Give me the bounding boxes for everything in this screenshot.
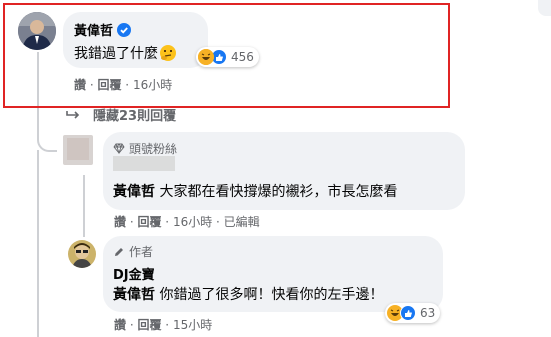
like-link[interactable]: 讚 xyxy=(114,318,126,332)
reply-link[interactable]: 回覆 xyxy=(137,215,161,229)
thread-line-2 xyxy=(37,150,39,337)
hidden-replies-toggle[interactable]: 隱藏23則回覆 xyxy=(65,105,176,124)
reply-author[interactable]: DJ金寶 xyxy=(113,264,155,283)
reply-actions: 讚 · 回覆 · 16小時 · 已編輯 xyxy=(114,215,260,229)
thread-curve xyxy=(37,120,57,152)
avatar-blurred[interactable] xyxy=(63,135,93,165)
edge-fragment xyxy=(538,0,551,16)
timestamp[interactable]: 16小時 xyxy=(173,215,212,229)
reply-actions: 讚 · 回覆 · 15小時 xyxy=(114,318,213,332)
author-pencil-icon xyxy=(115,247,123,256)
reply-line xyxy=(83,175,85,237)
reply-link[interactable]: 回覆 xyxy=(137,318,161,332)
top-fan-diamond-icon xyxy=(113,143,125,154)
mention-tag[interactable]: 黃偉哲 xyxy=(113,287,155,303)
like-reaction-icon xyxy=(400,305,416,321)
author-badge: 作者 xyxy=(129,245,154,259)
timestamp[interactable]: 15小時 xyxy=(173,318,212,332)
edited-label[interactable]: 已編輯 xyxy=(224,215,260,229)
mention-tag[interactable]: 黃偉哲 xyxy=(113,184,155,200)
reply-arrow-icon xyxy=(66,110,80,119)
blurred-author-name[interactable] xyxy=(113,156,175,171)
like-link[interactable]: 讚 xyxy=(114,215,126,229)
reply-text: 你錯過了很多啊！快看你的左手邊！ xyxy=(155,287,384,303)
reply-text: 大家都在看快撐爆的襯衫，市長怎麼看 xyxy=(155,184,398,200)
author-avatar[interactable] xyxy=(68,240,96,268)
reply-bubble: 作者 DJ金寶 黃偉哲 你錯過了很多啊！快看你的左手邊！ xyxy=(103,236,443,312)
top-fan-badge: 頭號粉絲 xyxy=(129,142,178,156)
reaction-summary[interactable]: 63 xyxy=(385,303,441,323)
reply-bubble: 頭號粉絲 黃偉哲 大家都在看快撐爆的襯衫，市長怎麼看 xyxy=(103,132,465,210)
reaction-count: 63 xyxy=(420,306,436,320)
hidden-replies-label: 隱藏23則回覆 xyxy=(93,109,177,124)
highlight-box xyxy=(3,3,450,108)
avatar-photo-icon xyxy=(68,240,96,268)
